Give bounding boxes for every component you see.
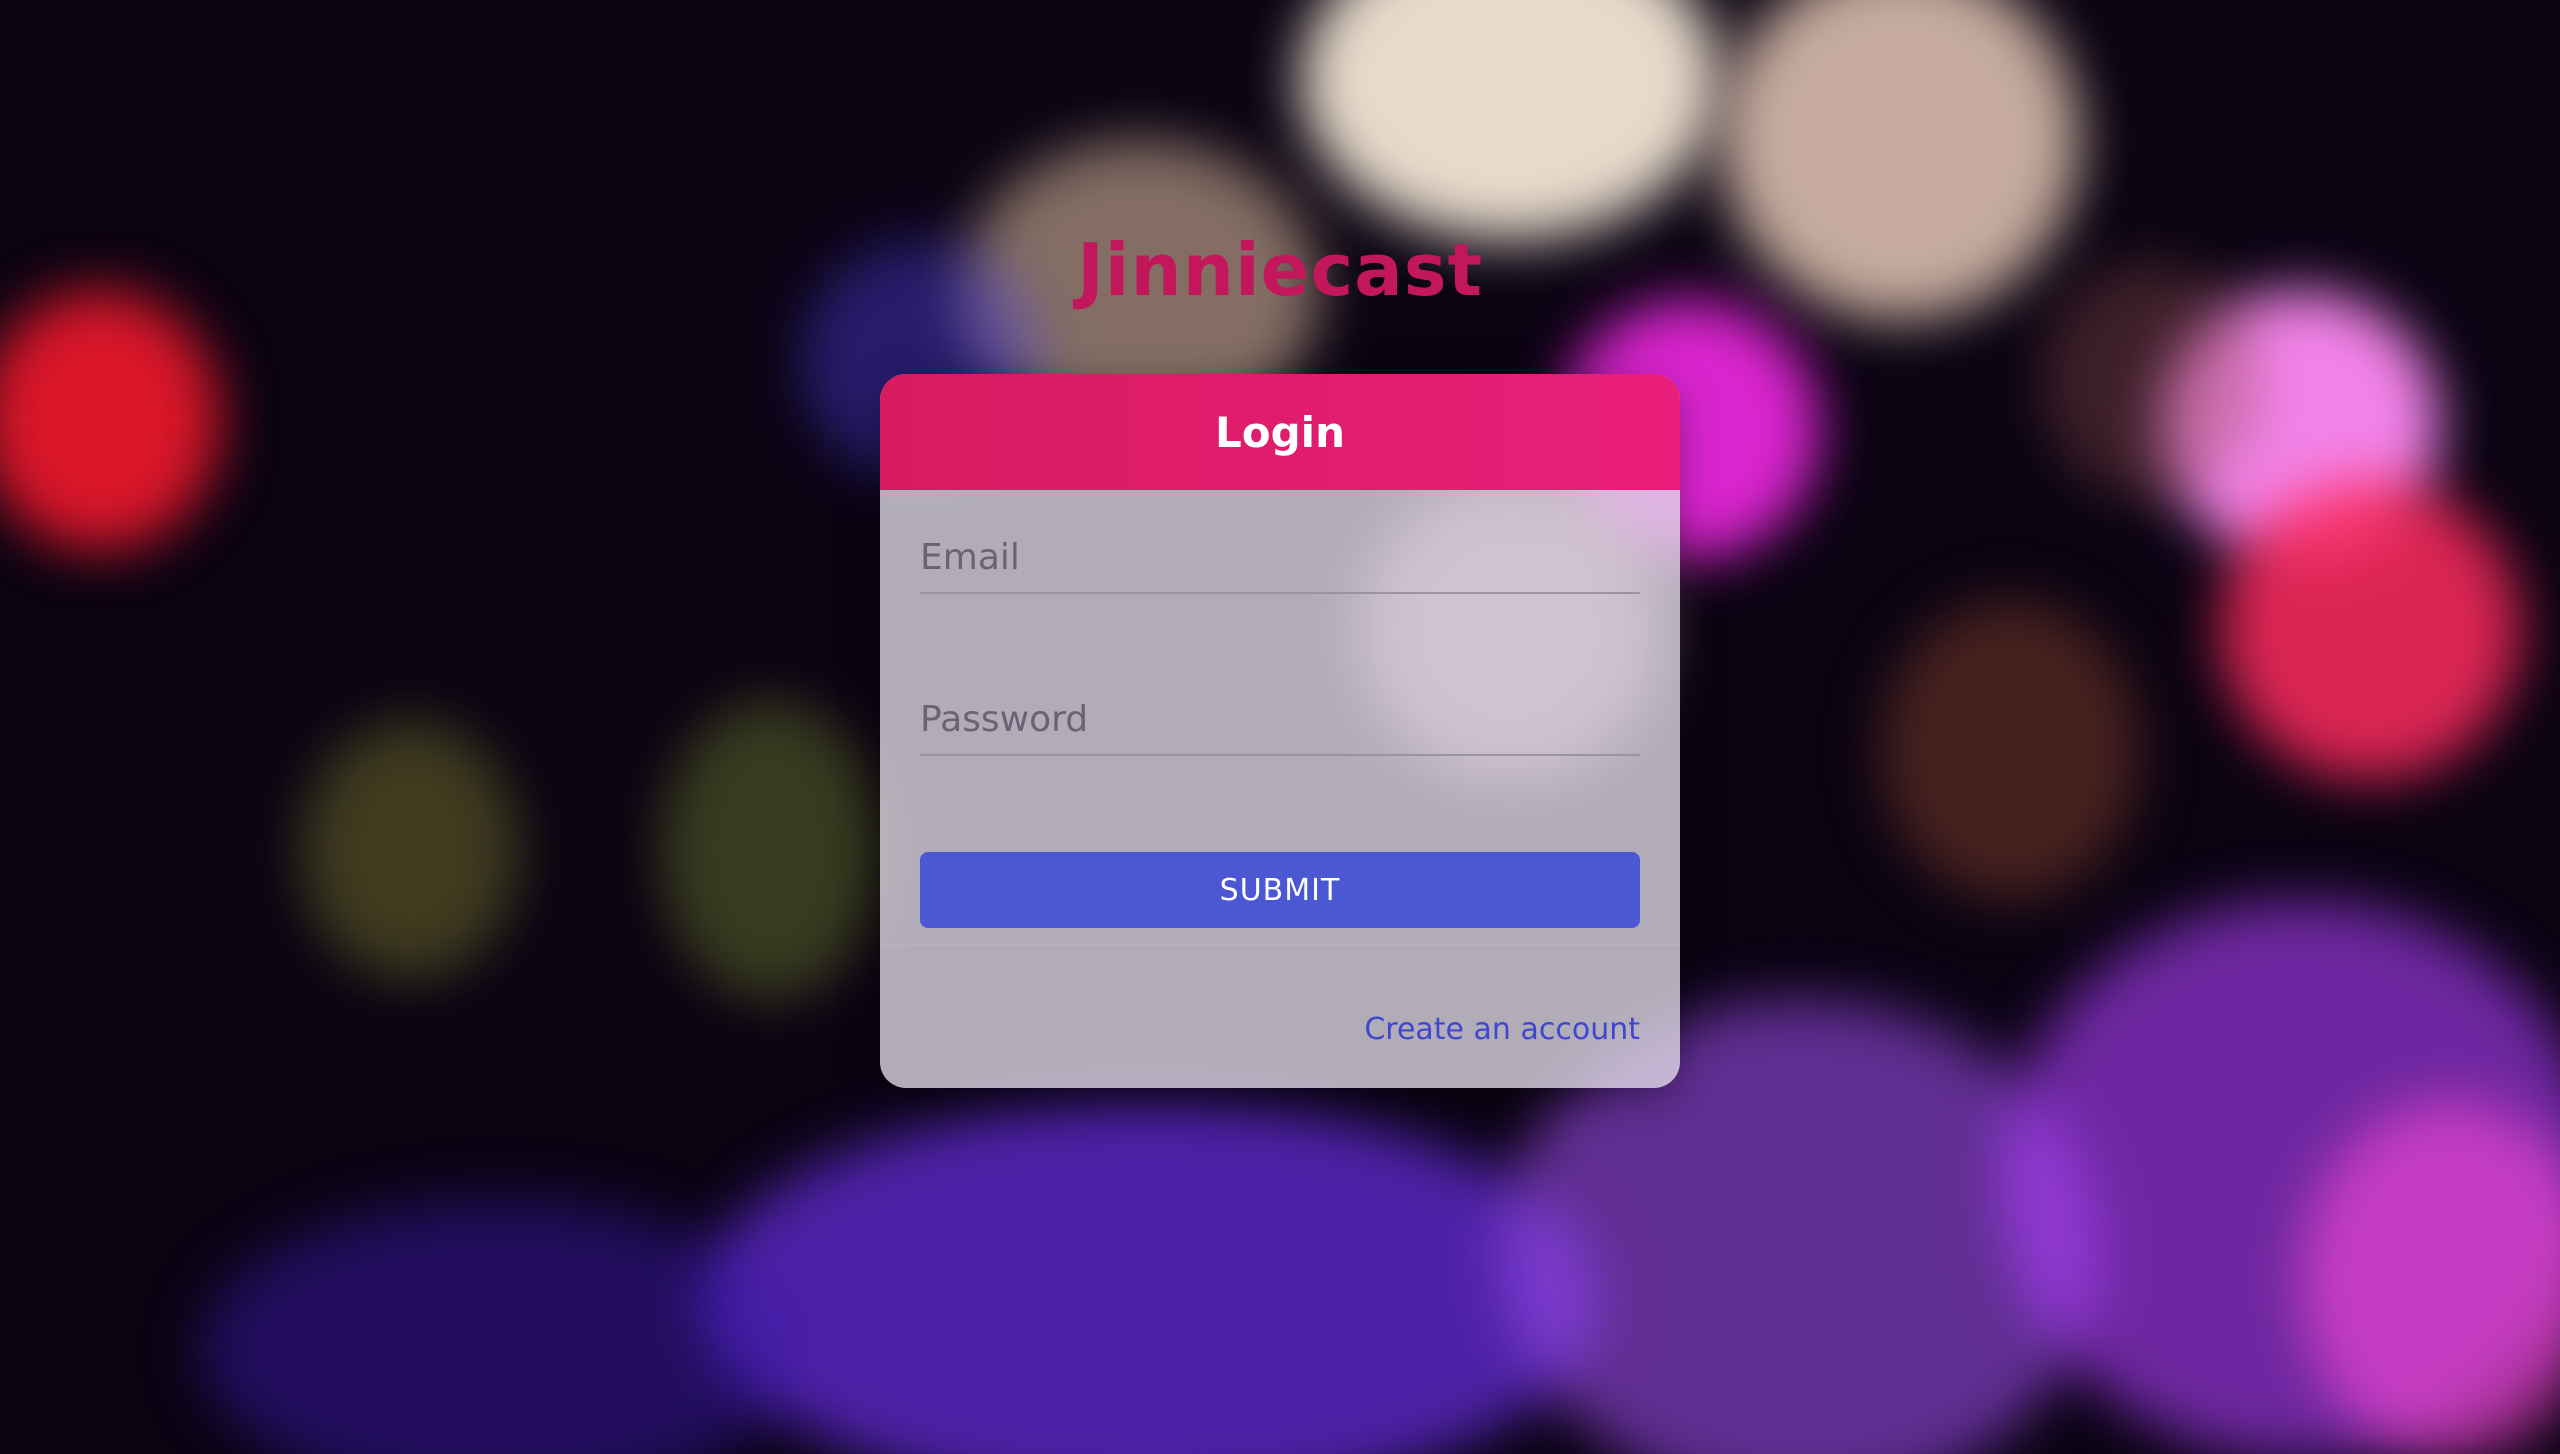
- app-brand-title: Jinniecast: [1076, 228, 1484, 312]
- submit-button[interactable]: SUBMIT: [920, 852, 1640, 928]
- card-divider: [880, 944, 1680, 946]
- login-card-header: Login: [880, 374, 1680, 490]
- password-field[interactable]: [920, 684, 1640, 756]
- login-card: Login SUBMIT Create an account: [880, 374, 1680, 1088]
- login-form: SUBMIT: [880, 490, 1680, 944]
- login-title: Login: [1215, 407, 1345, 457]
- create-account-link[interactable]: Create an account: [1364, 1012, 1640, 1047]
- email-field[interactable]: [920, 522, 1640, 594]
